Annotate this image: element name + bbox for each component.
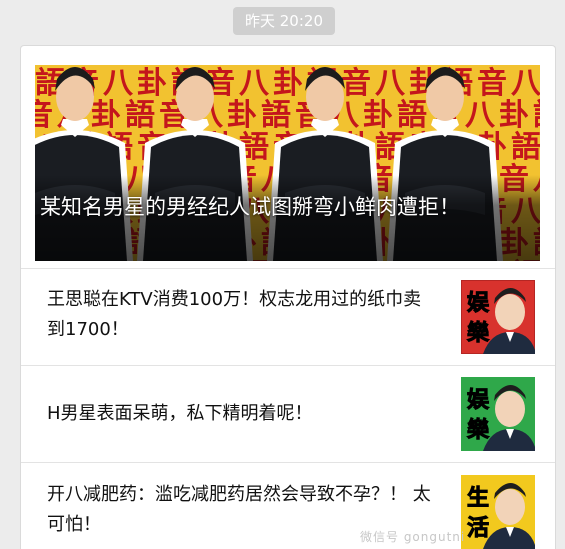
- hero-banner-char: 語: [511, 130, 540, 165]
- hero-banner-char: 八: [103, 66, 134, 101]
- thumb-tag-char-1b: 樂: [467, 320, 490, 346]
- hero-banner-char: 八: [465, 98, 496, 133]
- article-title-2: H男星表面呆萌，私下精明着呢！: [47, 403, 313, 424]
- hero-banner-char: 卦: [137, 66, 167, 101]
- hero-banner-char: 卦: [227, 98, 257, 133]
- article-thumb-3: 生 活: [461, 475, 535, 549]
- thumb-tag-char-3a: 生: [467, 485, 489, 511]
- article-title-1: 王思聪在KTV消费100万！权志龙用过的纸巾卖到1700！: [47, 289, 422, 340]
- article-thumb-2: 娱 樂: [461, 377, 535, 451]
- thumb-tag-char-3b: 活: [467, 515, 489, 541]
- article-thumb-image-3: 生 活: [461, 475, 535, 549]
- article-item-3[interactable]: 开八减肥药：滥吃减肥药居然会导致不孕？！ 太可怕！ 生 活: [21, 462, 555, 549]
- article-thumb-1: 娱 樂: [461, 280, 535, 354]
- hero-title: 某知名男星的男经纪人试图掰弯小鲜肉遭拒！: [40, 195, 460, 219]
- wechat-watermark: 微信号 gongutni: [360, 530, 466, 544]
- hero-banner-char: 語: [397, 98, 427, 133]
- thumb-tag-char-1a: 娱: [467, 290, 490, 316]
- article-item-2[interactable]: H男星表面呆萌，私下精明着呢！ 娱 樂: [21, 365, 555, 462]
- article-thumb-image-2: 娱 樂: [461, 377, 535, 451]
- hero-banner-char: 八: [511, 66, 540, 101]
- news-card: 語音八卦語音八卦語音八卦語音八卦音八卦語音八卦語音八卦語音八卦語八卦語音八卦語音…: [20, 45, 556, 549]
- hero-banner-char: 八: [375, 66, 406, 101]
- hero-banner-char: 卦: [499, 98, 529, 133]
- thumb-tag-char-2b: 樂: [467, 417, 490, 443]
- thumb-tag-char-2a: 娱: [467, 387, 490, 413]
- hero-banner-char: 音: [341, 66, 371, 101]
- hero-banner-char: 卦: [273, 66, 303, 101]
- article-thumb-image-1: 娱 樂: [461, 280, 535, 354]
- hero-banner-char: 八: [239, 66, 270, 101]
- hero-banner-char: 卦: [91, 98, 121, 133]
- timestamp-chip: 昨天 20:20: [233, 7, 335, 35]
- hero-banner-char: 卦: [363, 98, 393, 133]
- hero-banner-char: 語: [261, 98, 291, 133]
- article-item-1[interactable]: 王思聪在KTV消费100万！权志龙用过的纸巾卖到1700！ 娱 樂: [21, 268, 555, 365]
- hero-banner-char: 語: [125, 98, 155, 133]
- hero-banner-char: 音: [35, 98, 53, 133]
- hero-article[interactable]: 語音八卦語音八卦語音八卦語音八卦音八卦語音八卦語音八卦語音八卦語八卦語音八卦語音…: [35, 65, 540, 261]
- hero-banner-char: 音: [477, 66, 507, 101]
- hero-banner-char: 語: [533, 98, 540, 133]
